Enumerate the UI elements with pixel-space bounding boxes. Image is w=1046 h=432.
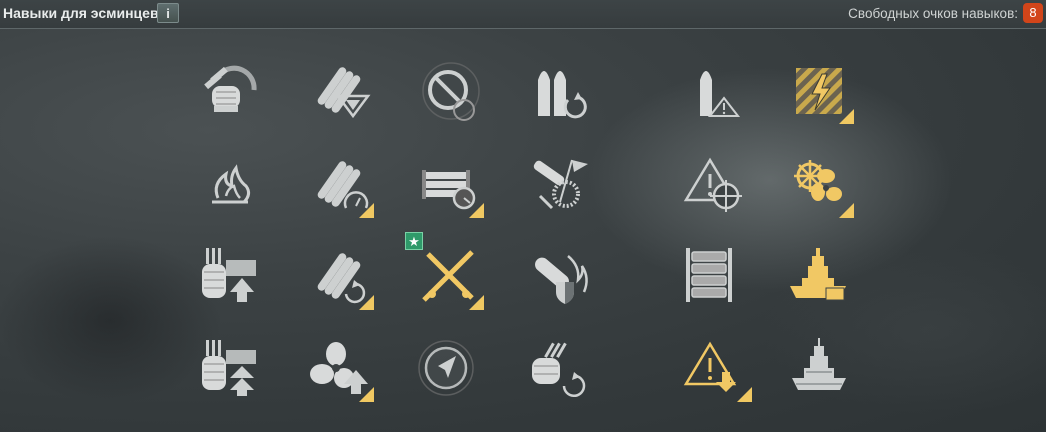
skill-torpedo-tubes[interactable] — [680, 238, 758, 316]
fire-shield-icon — [535, 255, 588, 304]
active-marker — [359, 203, 374, 218]
active-marker — [359, 387, 374, 402]
active-marker — [839, 203, 854, 218]
shells-triangle-icon — [317, 67, 371, 119]
skill-aa-gun-reload[interactable] — [522, 330, 600, 408]
skill-shells-timer[interactable] — [302, 146, 380, 224]
star-icon: ★ — [405, 232, 423, 250]
active-marker — [359, 295, 374, 310]
no-entry-sign-icon — [422, 62, 480, 121]
torpedo-tubes-icon — [686, 248, 732, 302]
skill-hazard-lightning[interactable] — [782, 52, 860, 130]
battleship-icon — [792, 338, 846, 390]
page-title: Навыки для эсминцев — [3, 5, 159, 21]
skill-fire[interactable] — [192, 146, 270, 224]
skill-radar-arrow[interactable] — [412, 330, 490, 408]
fire-icon — [212, 164, 251, 204]
skill-crossed-torpedoes[interactable]: ★ — [405, 232, 490, 316]
free-points-badge: 8 — [1023, 3, 1043, 23]
active-marker — [737, 387, 752, 402]
skill-shell-warning[interactable] — [680, 52, 758, 130]
skill-warning-crosshair[interactable] — [680, 146, 758, 224]
skill-no-entry[interactable] — [412, 52, 490, 130]
radar-arrow-icon — [418, 340, 474, 396]
active-marker — [469, 203, 484, 218]
skill-fire-shield[interactable] — [522, 238, 600, 316]
skill-battleship[interactable] — [782, 330, 860, 408]
skill-gun-turret-reload[interactable] — [192, 52, 270, 130]
header-bar: Навыки для эсминцев i Свободных очков на… — [0, 0, 1046, 29]
free-points-label: Свободных очков навыков: — [848, 6, 1018, 21]
aa-gun-reload-icon — [532, 342, 586, 398]
active-marker — [469, 295, 484, 310]
skill-battleship-upgrade[interactable] — [782, 238, 860, 316]
skill-turret-upgrade[interactable] — [192, 238, 270, 316]
skill-flag-aa-burst[interactable] — [522, 146, 600, 224]
skill-turret-double-upgrade[interactable] — [192, 330, 270, 408]
battleship-upgrade-icon — [790, 248, 846, 301]
skill-helm-propellers[interactable] — [782, 146, 860, 224]
warning-crosshair-icon — [683, 157, 742, 212]
turret-double-upgrade-icon — [202, 340, 256, 396]
skill-shells-triangle[interactable] — [302, 52, 380, 130]
skill-shells-reload[interactable] — [302, 238, 380, 316]
skill-torpedo-tubes-timer[interactable] — [412, 146, 490, 224]
turret-upgrade-icon — [202, 248, 256, 302]
flag-aa-burst-icon — [533, 159, 588, 210]
skill-ammo-reload[interactable] — [522, 52, 600, 130]
shell-warning-icon — [700, 71, 741, 117]
active-marker — [839, 109, 854, 124]
gun-turret-reload-icon — [204, 65, 257, 112]
info-button[interactable]: i — [157, 3, 179, 23]
ammo-reload-icon — [538, 71, 587, 119]
skill-propeller-upgrade[interactable] — [302, 330, 380, 408]
skill-warning-down[interactable] — [680, 330, 758, 408]
